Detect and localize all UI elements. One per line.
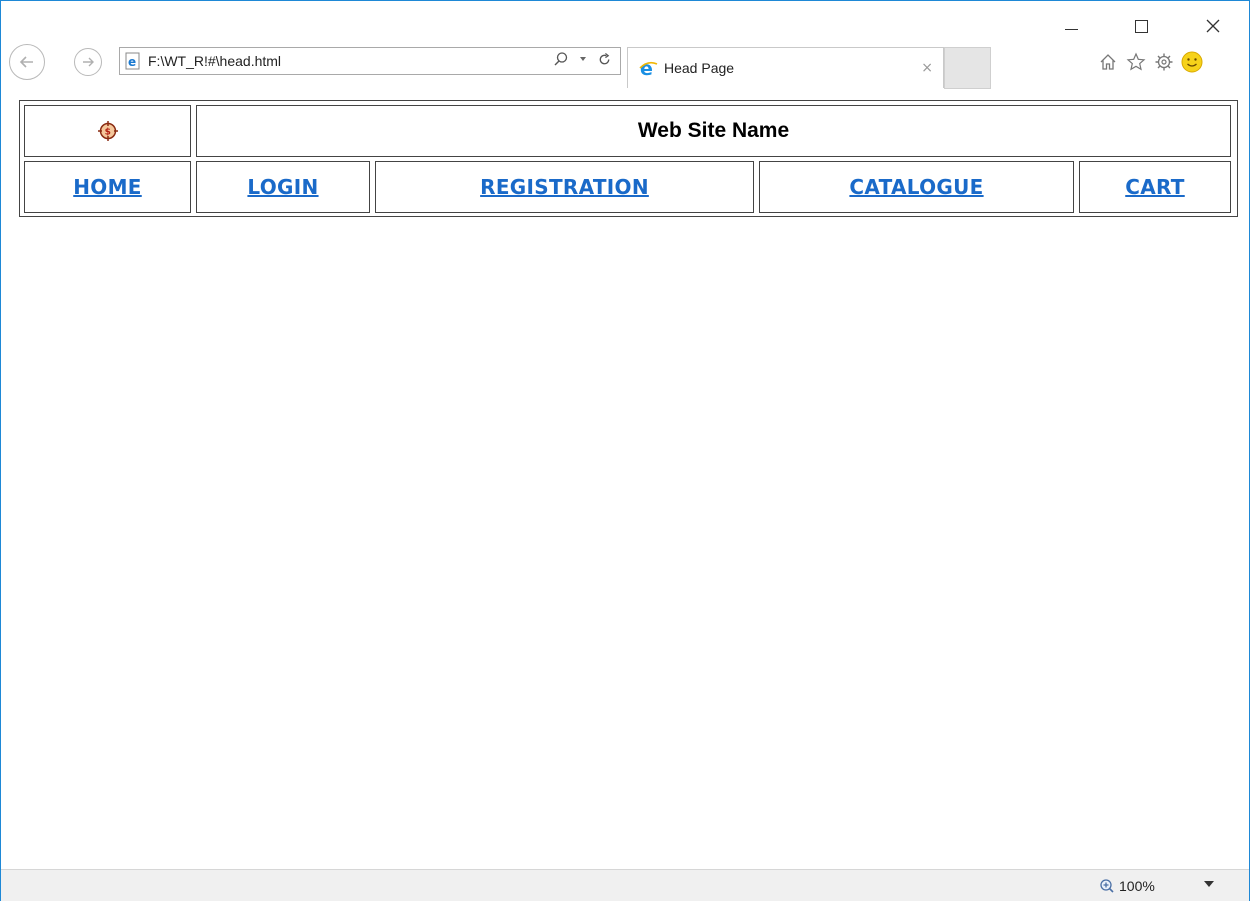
forward-arrow-icon — [83, 57, 94, 67]
address-bar[interactable]: e F:\WT_R!#\head.html — [119, 47, 621, 75]
svg-text:e: e — [128, 55, 136, 69]
dropdown-icon[interactable] — [579, 55, 587, 63]
maximize-icon — [1134, 19, 1148, 33]
minimize-button[interactable] — [1051, 11, 1091, 41]
back-button[interactable] — [9, 44, 45, 80]
browser-tab[interactable]: e Head Page × — [627, 47, 944, 88]
zoom-level: 100% — [1119, 878, 1155, 894]
nav-cell-registration: REGISTRATION — [375, 161, 754, 213]
nav-link-home[interactable]: HOME — [73, 175, 142, 199]
gear-icon[interactable] — [1153, 51, 1175, 73]
zoom-control[interactable]: 100% — [1099, 878, 1155, 894]
tab-title: Head Page — [664, 60, 735, 76]
back-arrow-icon — [19, 56, 33, 68]
site-name: Web Site Name — [637, 119, 790, 142]
home-icon[interactable] — [1097, 51, 1119, 73]
nav-cell-catalogue: CATALOGUE — [759, 161, 1074, 213]
minimize-icon — [1064, 28, 1078, 30]
browser-window: e F:\WT_R!#\head.html e Head Page × $ We… — [0, 0, 1250, 901]
nav-link-cart[interactable]: CART — [1125, 175, 1185, 199]
svg-text:$: $ — [104, 128, 110, 138]
search-icon[interactable] — [553, 51, 569, 67]
smiley-icon[interactable] — [1181, 51, 1203, 73]
site-name-cell: Web Site Name — [196, 105, 1231, 157]
forward-button[interactable] — [74, 48, 102, 76]
logo-cell: $ — [24, 105, 191, 157]
close-window-button[interactable] — [1193, 11, 1233, 41]
new-tab-button[interactable] — [944, 47, 991, 89]
ie-logo-icon: e — [638, 58, 658, 78]
ie-page-icon: e — [124, 52, 142, 70]
site-logo-icon: $ — [97, 120, 119, 142]
nav-link-catalogue[interactable]: CATALOGUE — [849, 175, 983, 199]
nav-cell-home: HOME — [24, 161, 191, 213]
maximize-button[interactable] — [1121, 11, 1161, 41]
zoom-icon — [1100, 879, 1114, 893]
nav-cell-cart: CART — [1079, 161, 1231, 213]
nav-cell-login: LOGIN — [196, 161, 370, 213]
zoom-dropdown-icon[interactable] — [1204, 881, 1214, 887]
close-icon — [1206, 19, 1220, 33]
site-header-table: $ Web Site Name HOME LOGIN REGISTRATION … — [19, 100, 1238, 217]
star-icon[interactable] — [1125, 51, 1147, 73]
nav-link-login[interactable]: LOGIN — [247, 175, 318, 199]
tab-close-icon[interactable]: × — [921, 60, 933, 76]
nav-link-registration[interactable]: REGISTRATION — [480, 175, 649, 199]
svg-text:e: e — [640, 58, 653, 78]
refresh-icon[interactable] — [597, 52, 612, 67]
address-text: F:\WT_R!#\head.html — [148, 53, 282, 69]
status-bar: 100% — [1, 869, 1249, 901]
